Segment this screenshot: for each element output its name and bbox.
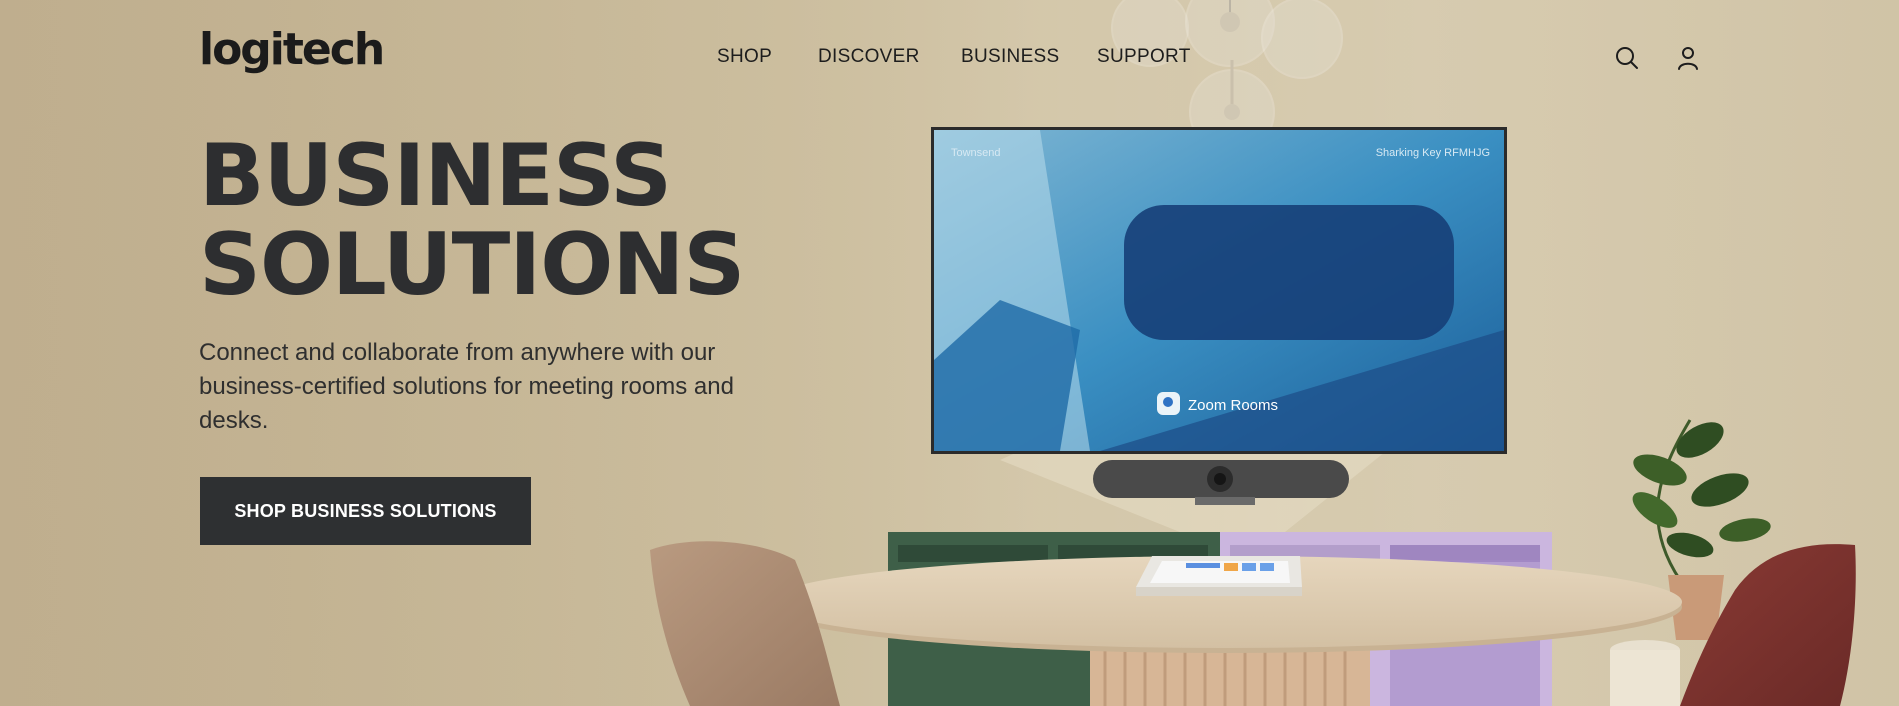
account-button[interactable] — [1674, 44, 1702, 72]
nav-item-shop[interactable]: SHOP — [717, 46, 772, 68]
account-icon — [1678, 47, 1698, 70]
nav-item-discover[interactable]: DISCOVER — [818, 46, 920, 68]
tv-sharing-key: Sharking Key RFMHJG — [1376, 147, 1490, 159]
hero-section: Townsend Sharking Key RFMHJG Zoom Rooms — [0, 0, 1899, 706]
hero-headline-line1: BUSINESS — [199, 126, 672, 226]
nav-item-support[interactable]: SUPPORT — [1097, 46, 1191, 68]
hero-subtext: Connect and collaborate from anywhere wi… — [199, 339, 734, 434]
shop-business-solutions-button[interactable]: SHOP BUSINESS SOLUTIONS — [200, 477, 531, 545]
hero-headline-line2: SOLUTIONS — [199, 215, 745, 315]
tv-app-label: Zoom Rooms — [1188, 397, 1278, 414]
logitech-logo[interactable]: logitech — [199, 28, 385, 72]
tv-room-name: Townsend — [951, 147, 1001, 159]
hero-headline: BUSINESS SOLUTIONS — [199, 126, 745, 315]
nav-item-business[interactable]: BUSINESS — [961, 46, 1060, 68]
search-button[interactable] — [1613, 44, 1641, 72]
search-icon — [1616, 47, 1638, 69]
